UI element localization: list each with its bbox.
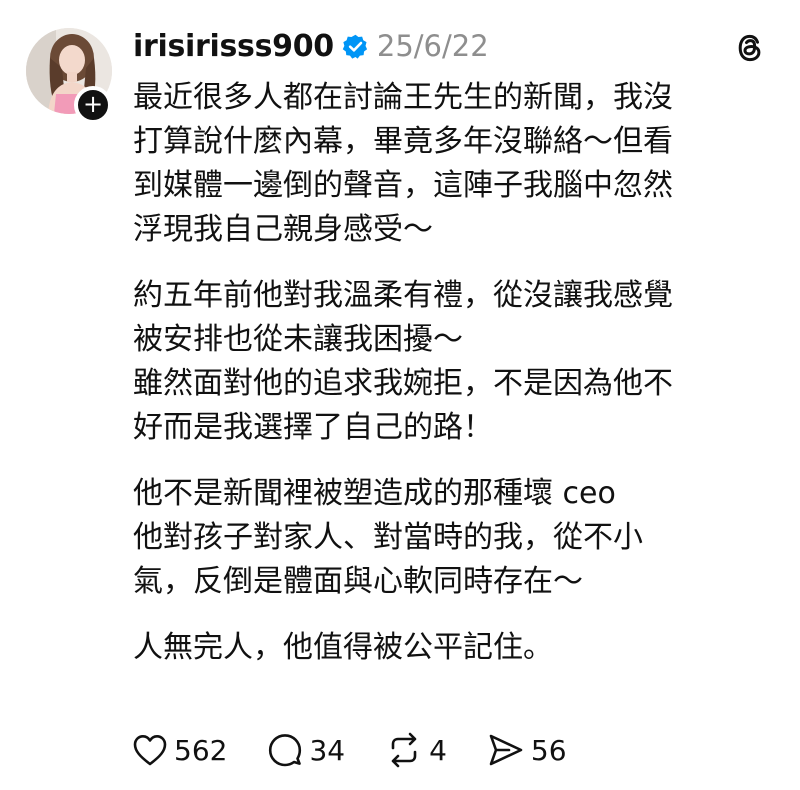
action-bar: 562 34 4 56 <box>132 728 607 772</box>
comment-count: 34 <box>309 733 346 767</box>
like-count: 562 <box>174 733 228 767</box>
share-count: 56 <box>530 733 567 767</box>
repost-button[interactable]: 4 <box>385 732 447 768</box>
text-line: 到媒體一邊倒的聲音，這陣子我腦中忽然 <box>133 168 673 203</box>
heart-icon <box>132 733 168 767</box>
verified-badge-icon <box>342 33 369 60</box>
plus-icon: + <box>82 90 104 118</box>
text-line: 約五年前他對我溫柔有禮，從沒讓我感覺 <box>133 278 673 313</box>
threads-logo-icon[interactable] <box>732 30 768 66</box>
text-line: 他不是新聞裡被塑造成的那種壞 ceo <box>133 476 616 511</box>
post-header: irisirisss900 25/6/22 <box>133 22 489 70</box>
text-line: 被安排也從未讓我困擾～ <box>133 322 463 357</box>
paragraph: 人無完人，他值得被公平記住。 <box>133 626 778 670</box>
comment-bubble-icon <box>267 732 303 768</box>
text-line: 浮現我自己親身感受～ <box>133 212 433 247</box>
paragraph: 約五年前他對我溫柔有禮，從沒讓我感覺 被安排也從未讓我困擾～ 雖然面對他的追求我… <box>133 274 778 450</box>
text-line: 人無完人，他值得被公平記住。 <box>133 630 553 665</box>
paragraph: 他不是新聞裡被塑造成的那種壞 ceo 他對孩子對家人、對當時的我，從不小 氣，反… <box>133 472 778 604</box>
repost-icon <box>385 732 423 768</box>
repost-count: 4 <box>429 733 447 767</box>
comment-button[interactable]: 34 <box>267 732 345 768</box>
like-button[interactable]: 562 <box>132 733 227 767</box>
share-button[interactable]: 56 <box>487 732 567 768</box>
text-line: 他對孩子對家人、對當時的我，從不小 <box>133 520 643 555</box>
post-date: 25/6/22 <box>376 29 489 63</box>
text-line: 氣，反倒是體面與心軟同時存在～ <box>133 564 583 599</box>
send-icon <box>487 732 525 768</box>
text-line: 好而是我選擇了自己的路！ <box>133 410 493 445</box>
follow-button[interactable]: + <box>74 86 112 124</box>
text-line: 打算說什麼內幕，畢竟多年沒聯絡～但看 <box>133 124 673 159</box>
text-line: 最近很多人都在討論王先生的新聞，我沒 <box>133 80 673 115</box>
post-body: 最近很多人都在討論王先生的新聞，我沒 打算說什麼內幕，畢竟多年沒聯絡～但看 到媒… <box>133 76 778 692</box>
paragraph: 最近很多人都在討論王先生的新聞，我沒 打算說什麼內幕，畢竟多年沒聯絡～但看 到媒… <box>133 76 778 252</box>
username[interactable]: irisirisss900 <box>133 29 334 64</box>
text-line: 雖然面對他的追求我婉拒，不是因為他不 <box>133 366 673 401</box>
